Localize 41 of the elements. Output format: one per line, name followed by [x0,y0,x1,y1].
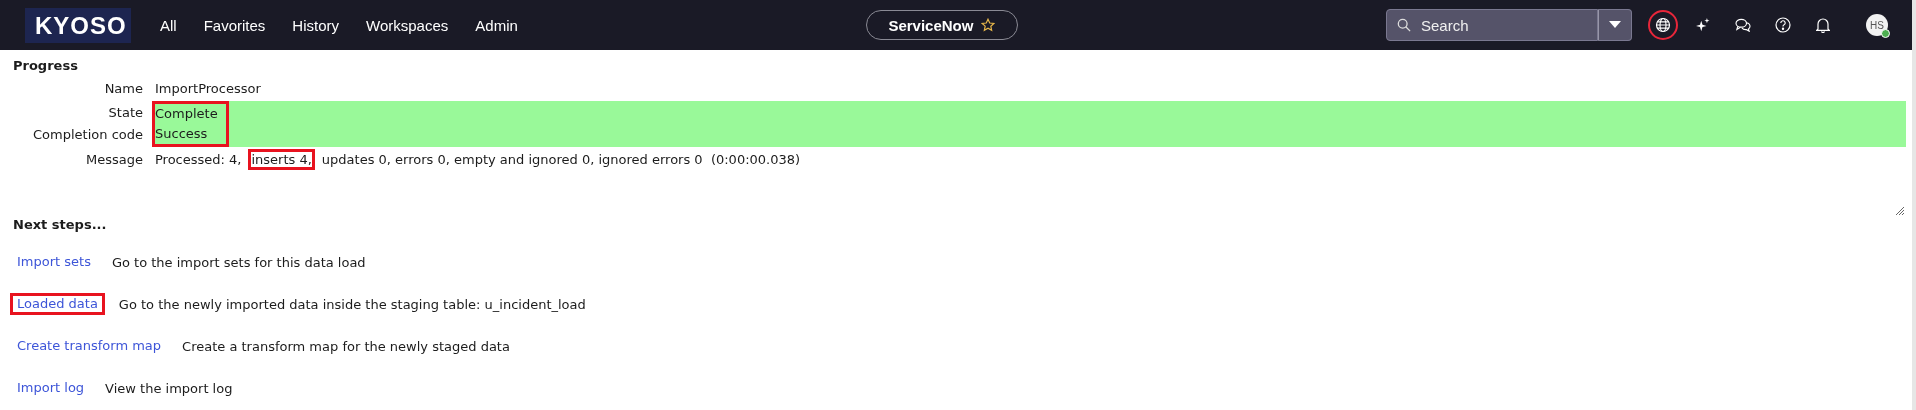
nav-menu-item[interactable]: All [160,16,177,34]
toolbar-button[interactable] [1648,10,1678,40]
field-value: Success [155,125,209,143]
help-icon [1775,17,1791,33]
user-avatar[interactable]: HS [1866,14,1888,36]
field-label: Completion code [32,126,144,144]
step-description: Create a transform map for the newly staged data [182,338,510,354]
field-value: ImportProcessor [155,80,262,98]
step-description: View the import log [105,380,233,396]
field-label: State [107,104,144,122]
sparkle-icon [1696,18,1710,32]
app-title: ServiceNow [888,16,974,34]
field-value: Complete [155,105,219,123]
step-description: Go to the newly imported data inside the staging table: u_incident_load [118,296,586,312]
message-text: inserts 4, [248,149,315,170]
nav-menu-item[interactable]: History [292,16,340,34]
field-label: Message [85,151,144,169]
nav-menu-item[interactable]: Workspaces [366,16,449,34]
star-icon[interactable] [981,18,996,32]
search-field[interactable]: Search [1386,9,1598,41]
step-link[interactable]: Import sets [10,251,98,273]
search-icon [1397,18,1411,32]
logo[interactable]: KYOSO [25,7,131,43]
nav-menu-item[interactable]: Favorites [203,16,266,34]
globe-icon [1655,17,1671,33]
message-text: updates 0, errors 0, empty and ignored 0, ignored errors 0 (0:00:00.038) [320,151,802,169]
step-description: Go to the import sets for this data load [111,254,366,270]
nav-menu-item[interactable]: Admin [475,16,518,34]
chat-icon [1735,18,1751,32]
field-label: Name [103,80,144,98]
search-dropdown-button[interactable] [1598,9,1632,41]
step-link[interactable]: Import log [10,377,92,399]
step-link[interactable]: Loaded data [10,293,105,315]
caret-icon [1609,21,1621,29]
section-title: Progress [12,57,79,75]
message-text: Processed: 4, [154,151,243,169]
message-text-area[interactable]: Processed: 4, inserts 4, updates 0, errors 0, empty and ignored 0, ignored errors 0 (0:00:00.038) [152,147,1906,215]
resize-handle-icon[interactable] [1896,207,1904,215]
bell-icon [1816,17,1830,33]
step-link[interactable]: Create transform map [10,335,169,357]
section-title: Next steps... [12,216,108,234]
